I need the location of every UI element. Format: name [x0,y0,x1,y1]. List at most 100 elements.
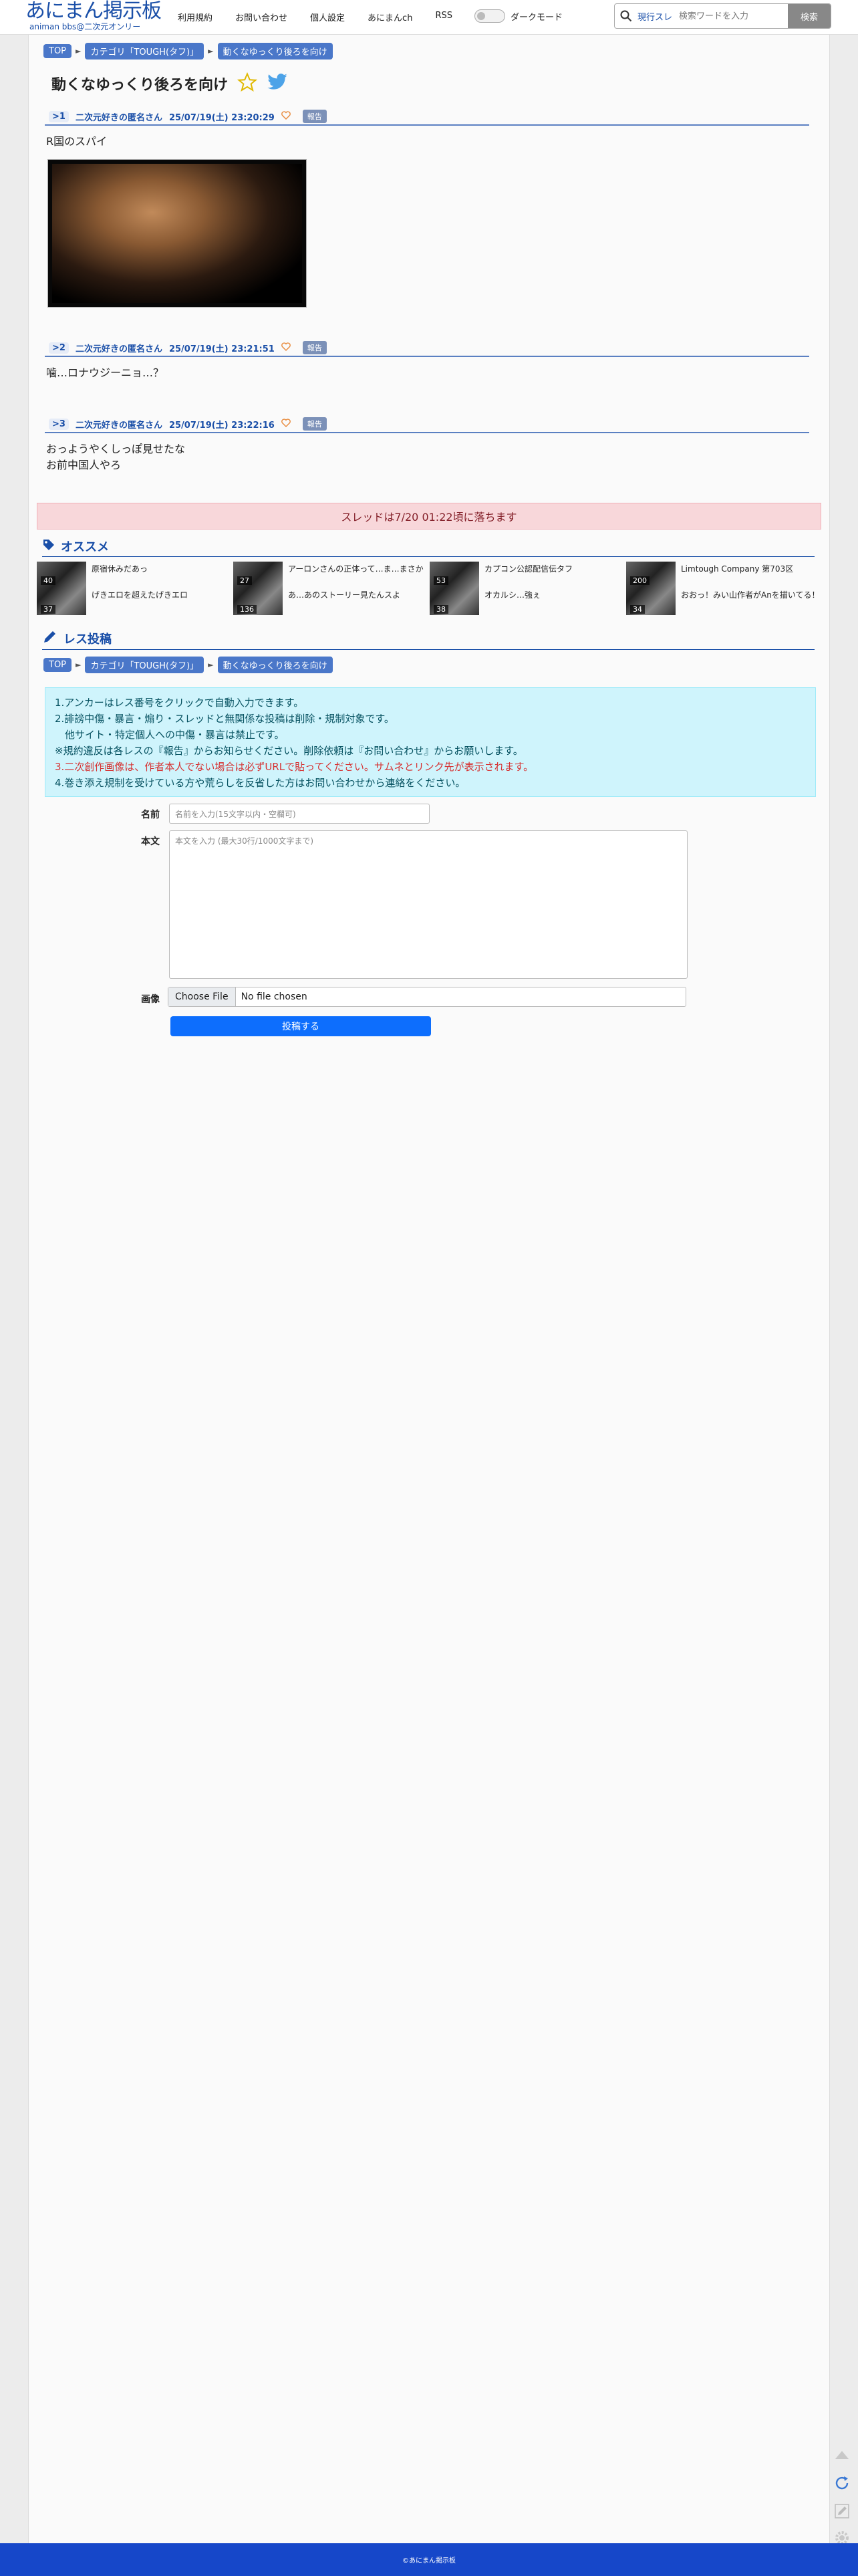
post-author: 二次元好きの匿名さん [75,420,162,431]
site-logo[interactable]: あにまん掲示板 animan bbs@二次元オンリー [25,0,162,31]
recommend-thumbnail: 200 34 [626,562,676,615]
thread-title: 動くなゆっくり後ろを向け [51,77,229,94]
post-header: >2 二次元好きの匿名さん 25/07/19(土) 23:21:51 報告 [45,340,809,357]
tag-icon [42,538,55,555]
thread-expiry-notice: スレッドは7/20 01:22頃に落ちます [37,503,821,530]
recommend-title: 原宿休みだあっ [92,564,148,574]
post-header: >3 二次元好きの匿名さん 25/07/19(土) 23:22:16 報告 [45,416,809,433]
rule-line: 他サイト・特定個人への中傷・暴言は禁止です。 [55,729,285,741]
post-image[interactable] [47,159,307,308]
post-number[interactable]: >3 [49,418,69,430]
dark-mode-label: ダークモード [511,12,563,23]
image-label: 画像 [141,994,160,1005]
recommend-subtitle: おおっ！みい山作者がAnを描いてる！ [681,590,820,600]
thread-title-row: 動くなゆっくり後ろを向け [51,72,288,95]
posting-rules: 1.アンカーはレス番号をクリックで自動入力できます。 2.誹謗中傷・暴言・煽り・… [45,687,816,797]
site-header: あにまん掲示板 animan bbs@二次元オンリー 利用規約 お問い合わせ 個… [0,0,858,35]
report-button[interactable]: 報告 [302,110,327,123]
breadcrumb: TOP ► カテゴリ「TOUGH(タフ)」 ► 動くなゆっくり後ろを向け [43,657,333,673]
file-status: No file chosen [241,991,307,1002]
top-nav: 利用規約 お問い合わせ 個人設定 あにまんch RSS [178,11,452,23]
post-image-content [52,164,302,303]
twitter-icon[interactable] [267,73,288,94]
dark-mode-toggle[interactable] [474,9,505,23]
nav-settings[interactable]: 個人設定 [310,11,345,23]
post-number[interactable]: >2 [49,342,69,354]
recommend-item[interactable]: 200 34 Limtough Company 第703区おおっ！みい山作者がA… [626,562,823,615]
choose-file-button[interactable]: Choose File [168,987,236,1006]
nav-animanch[interactable]: あにまんch [368,11,412,23]
nav-contact[interactable]: お問い合わせ [235,11,287,23]
heart-icon[interactable] [281,110,291,122]
heart-icon[interactable] [281,418,291,430]
recommend-heading: オススメ [42,538,815,557]
recommend-thumbnail: 40 37 [37,562,86,615]
rule-line: 2.誹謗中傷・暴言・煽り・スレッドと無関係な投稿は削除・規制対象です。 [55,713,394,725]
logo-sub: animan bbs@二次元オンリー [29,22,141,31]
rule-line: 1.アンカーはレス番号をクリックで自動入力できます。 [55,697,304,709]
recommend-thumbnail: 53 38 [430,562,479,615]
post-body: おっようやくしっぽ見せたな お前中国人やろ [46,441,185,473]
recommend-title: オススメ [61,540,109,554]
recommend-item[interactable]: 40 37 原宿休みだあっ げきエロを超えたげきエロ [37,562,233,615]
report-button[interactable]: 報告 [302,341,327,354]
post-body: 噛…ロナウジーニョ…？ [46,366,164,379]
pencil-icon [42,628,58,648]
nav-rss[interactable]: RSS [435,11,452,23]
reload-icon[interactable] [831,2472,853,2494]
recommend-count: 200 [630,576,650,585]
recommend-count: 34 [630,605,645,614]
name-field[interactable]: 名前を入力(15文字以内・空欄可) [169,804,430,824]
dark-mode-control: ダークモード [474,9,563,23]
star-icon[interactable] [237,72,258,95]
post-form-title: レス投稿 [63,632,112,647]
submit-button[interactable]: 投稿する [170,1016,431,1036]
recommend-title: カプコン公認配信伝タフ [484,564,573,574]
breadcrumb-separator: ► [208,661,214,669]
post-number[interactable]: >1 [49,110,69,122]
breadcrumb-separator: ► [208,47,214,55]
recommend-title: Limtough Company 第703区 [681,564,794,574]
recommend-subtitle: あ…あのストーリー見たんスよ [288,590,401,600]
search-input[interactable] [679,11,779,21]
edit-icon[interactable] [831,2500,853,2522]
recommend-count: 38 [434,605,448,614]
rule-line: 4.巻き添え規制を受けている方や荒らしを反省した方はお問い合わせから連絡をくださ… [55,777,466,789]
breadcrumb-thread[interactable]: 動くなゆっくり後ろを向け [217,43,333,60]
search-bar: 現行スレ 検索 [614,3,831,29]
report-button[interactable]: 報告 [302,417,327,431]
post-body-line: お前中国人やろ [46,459,122,471]
breadcrumb-separator: ► [76,661,82,669]
logo-main: あにまん掲示板 [25,0,162,23]
nav-terms[interactable]: 利用規約 [178,11,212,23]
post-header: >1 二次元好きの匿名さん 25/07/19(土) 23:20:29 報告 [45,108,809,126]
search-button[interactable]: 検索 [788,4,831,28]
name-label: 名前 [141,810,160,820]
post-date: 25/07/19(土) 23:20:29 [168,112,275,123]
recommend-count: 53 [434,576,448,585]
post-author: 二次元好きの匿名さん [75,112,162,123]
scroll-top-icon[interactable] [831,2444,853,2466]
post-author: 二次元好きの匿名さん [75,344,162,354]
breadcrumb-separator: ► [76,47,82,55]
recommend-title: アーロンさんの正体って…ま…まさか [288,564,424,574]
post-date: 25/07/19(土) 23:22:16 [168,420,275,431]
search-mode-select[interactable]: 現行スレ [637,10,679,23]
recommend-list: 40 37 原宿休みだあっ げきエロを超えたげきエロ 27 136 アーロンさんの… [37,562,823,615]
recommend-count: 136 [237,605,257,614]
recommend-thumbnail: 27 136 [233,562,283,615]
breadcrumb-category[interactable]: カテゴリ「TOUGH(タフ)」 [85,657,204,673]
heart-icon[interactable] [281,342,291,354]
breadcrumb-top[interactable]: TOP [43,44,72,58]
body-label: 本文 [141,836,160,847]
recommend-item[interactable]: 27 136 アーロンさんの正体って…ま…まさか あ…あのストーリー見たんスよ [233,562,430,615]
breadcrumb-thread[interactable]: 動くなゆっくり後ろを向け [217,657,333,673]
body-textarea[interactable]: 本文を入力 (最大30行/1000文字まで) [169,830,688,979]
breadcrumb-category[interactable]: カテゴリ「TOUGH(タフ)」 [85,43,204,60]
breadcrumb-top[interactable]: TOP [43,658,72,672]
post-date: 25/07/19(土) 23:21:51 [168,344,275,354]
post-body-line: おっようやくしっぽ見せたな [46,443,186,455]
search-icon [615,10,637,22]
image-file-input[interactable]: Choose File No file chosen [168,987,686,1007]
recommend-item[interactable]: 53 38 カプコン公認配信伝タフ オカルシ…強ぇ [430,562,626,615]
